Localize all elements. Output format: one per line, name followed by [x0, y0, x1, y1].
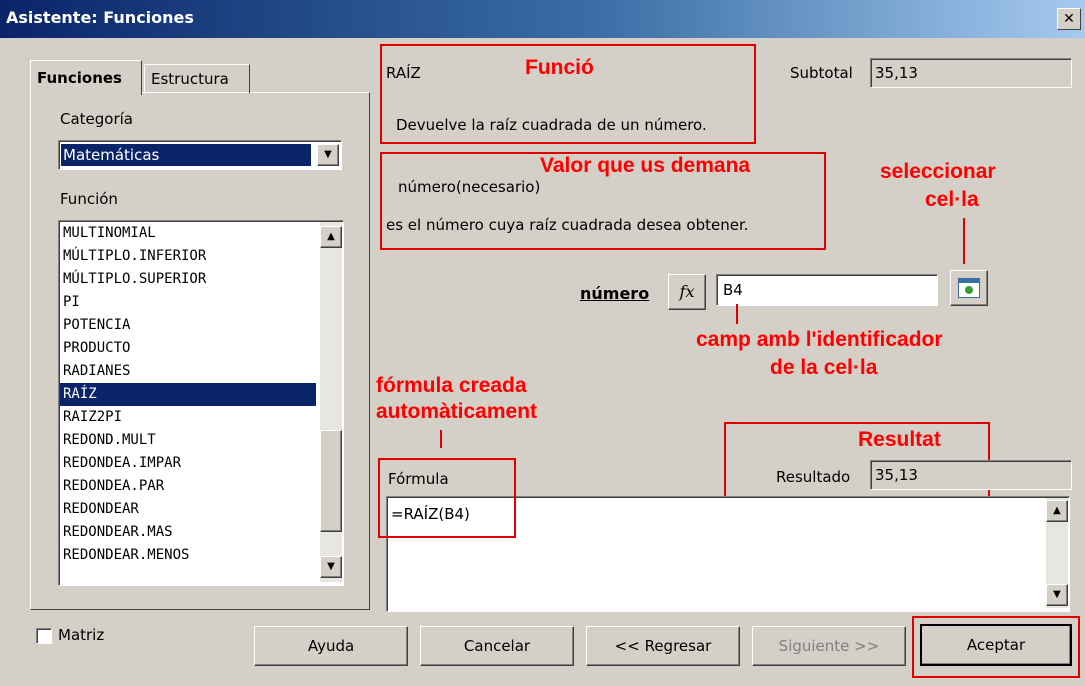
annotation-seleccionar-2: cel·la [925, 188, 979, 211]
list-item[interactable]: REDONDEAR.MENOS [60, 544, 316, 567]
argument-input[interactable]: B4 [716, 274, 938, 306]
result-value: 35,13 [870, 460, 1072, 490]
tab-funciones-label: Funciones [37, 69, 122, 87]
help-button[interactable]: Ayuda [254, 626, 408, 666]
tab-estructura-label: Estructura [151, 70, 229, 88]
function-label: Función [60, 190, 118, 208]
list-item[interactable]: POTENCIA [60, 314, 316, 337]
fx-button[interactable]: fx [668, 274, 706, 310]
formula-scrollbar[interactable]: ▲ ▼ [1046, 498, 1068, 608]
function-list-scrollbar[interactable]: ▲ ▼ [320, 222, 342, 582]
list-item[interactable]: RADIANES [60, 360, 316, 383]
scroll-down-icon[interactable]: ▼ [320, 556, 342, 578]
cancel-button[interactable]: Cancelar [420, 626, 574, 666]
param-description: es el número cuya raíz cuadrada desea ob… [386, 216, 749, 234]
function-description: Devuelve la raíz cuadrada de un número. [396, 116, 707, 134]
annotation-seleccionar-1: seleccionar [880, 160, 996, 183]
formula-scroll-up-icon[interactable]: ▲ [1046, 500, 1068, 522]
annotation-camp-2: de la cel·la [770, 356, 878, 379]
chevron-down-icon[interactable]: ▼ [317, 144, 339, 166]
annotation-box-formula [378, 458, 516, 538]
select-cell-button[interactable] [950, 270, 988, 306]
matrix-checkbox[interactable] [36, 628, 52, 644]
subtotal-label: Subtotal [790, 64, 853, 82]
fx-icon: fx [679, 282, 695, 301]
category-label: Categoría [60, 110, 134, 128]
argument-label: número [580, 284, 650, 303]
window-title: Asistente: Funciones [6, 8, 194, 27]
list-item[interactable]: REDONDEAR.MAS [60, 521, 316, 544]
list-item[interactable]: MULTINOMIAL [60, 222, 316, 245]
close-icon[interactable]: ✕ [1057, 8, 1081, 30]
list-item[interactable]: RAIZ2PI [60, 406, 316, 429]
shrink-icon [958, 278, 980, 298]
annotation-valor: Valor que us demana [540, 154, 751, 177]
list-item[interactable]: PRODUCTO [60, 337, 316, 360]
tab-funciones[interactable]: Funciones [30, 60, 142, 95]
list-item[interactable]: REDONDEA.PAR [60, 475, 316, 498]
back-button[interactable]: << Regresar [586, 626, 740, 666]
list-item[interactable]: MÚLTIPLO.INFERIOR [60, 245, 316, 268]
ok-button[interactable]: Aceptar [920, 624, 1072, 666]
param-title: número(necesario) [398, 178, 541, 196]
annotation-line-camp [736, 304, 738, 324]
result-label: Resultado [776, 468, 851, 486]
annotation-formula-1: fórmula creada [376, 374, 527, 397]
function-list[interactable]: MULTINOMIAL MÚLTIPLO.INFERIOR MÚLTIPLO.SUP… [58, 220, 344, 586]
list-item[interactable]: PI [60, 291, 316, 314]
category-value: Matemáticas [61, 144, 311, 166]
formula-scroll-down-icon[interactable]: ▼ [1046, 584, 1068, 606]
list-item[interactable]: REDONDEA.IMPAR [60, 452, 316, 475]
scroll-thumb[interactable] [320, 430, 342, 532]
annotation-resultat: Resultat [858, 428, 941, 451]
next-button[interactable]: Siguiente >> [752, 626, 906, 666]
annotation-camp-1: camp amb l'identificador [696, 328, 943, 351]
function-name: RAÍZ [386, 64, 421, 82]
category-select[interactable]: Matemáticas ▼ [58, 140, 342, 170]
annotation-funcio: Funció [525, 56, 594, 79]
subtotal-value: 35,13 [870, 58, 1072, 88]
annotation-line-formula [440, 430, 442, 448]
annotation-formula-2: automàticament [376, 400, 538, 423]
list-item[interactable]: RAÍZ [60, 383, 316, 406]
list-item[interactable]: REDONDEAR [60, 498, 316, 521]
tab-estructura[interactable]: Estructura [144, 64, 250, 94]
matrix-label: Matriz [58, 626, 105, 644]
list-item[interactable]: MÚLTIPLO.SUPERIOR [60, 268, 316, 291]
list-item[interactable]: REDOND.MULT [60, 429, 316, 452]
scroll-up-icon[interactable]: ▲ [320, 226, 342, 248]
annotation-line-seleccionar [963, 218, 965, 264]
